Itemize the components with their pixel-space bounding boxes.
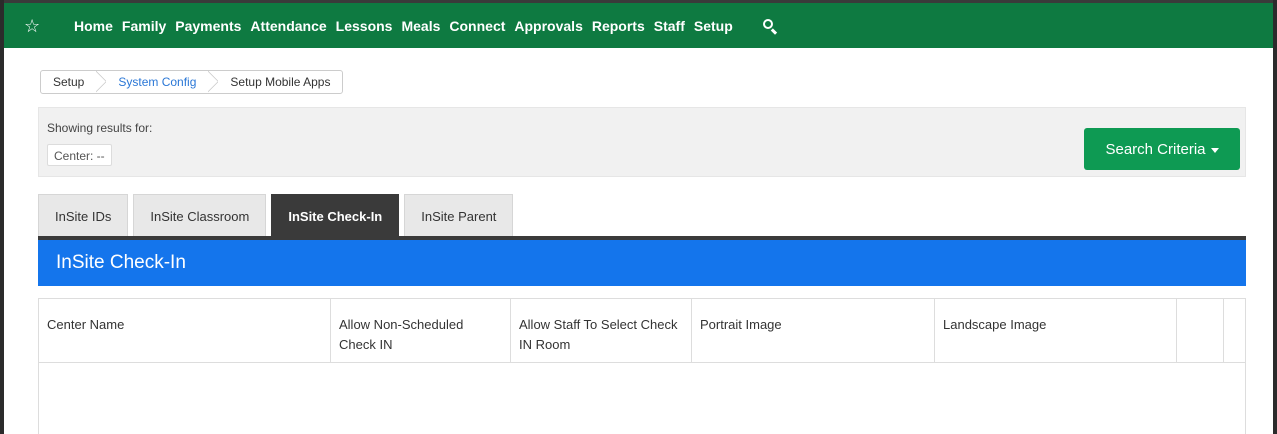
column-header-center-name[interactable]: Center Name [39, 299, 331, 362]
column-header-allow-staff-select-room[interactable]: Allow Staff To Select Check IN Room [511, 299, 692, 362]
tab-insite-classroom[interactable]: InSite Classroom [133, 194, 267, 236]
breadcrumb-item-system-config[interactable]: System Config [106, 71, 208, 93]
breadcrumb-separator [208, 71, 218, 93]
center-filter-chip: Center: -- [47, 144, 112, 166]
caret-down-icon [1210, 147, 1219, 153]
breadcrumb-item-setup[interactable]: Setup [41, 71, 96, 93]
search-criteria-button[interactable]: Search Criteria [1084, 128, 1240, 170]
nav-item-staff[interactable]: Staff [654, 18, 685, 34]
nav-item-setup[interactable]: Setup [694, 18, 733, 34]
star-icon[interactable]: ☆ [24, 17, 54, 35]
search-results-panel: Showing results for: Center: -- Search C… [38, 107, 1246, 177]
mobile-app-tabs: InSite IDs InSite Classroom InSite Check… [38, 194, 518, 236]
nav-item-home[interactable]: Home [74, 18, 113, 34]
tab-insite-check-in[interactable]: InSite Check-In [271, 194, 400, 236]
breadcrumb: Setup System Config Setup Mobile Apps [40, 70, 344, 94]
search-criteria-label: Search Criteria [1105, 140, 1206, 158]
search-icon[interactable] [762, 18, 778, 34]
check-in-table: Center Name Allow Non-Scheduled Check IN… [38, 298, 1246, 434]
column-header-landscape-image[interactable]: Landscape Image [935, 299, 1177, 362]
nav-item-family[interactable]: Family [122, 18, 166, 34]
column-header-allow-non-scheduled[interactable]: Allow Non-Scheduled Check IN [331, 299, 511, 362]
nav-item-reports[interactable]: Reports [592, 18, 645, 34]
nav-item-payments[interactable]: Payments [175, 18, 241, 34]
section-title: InSite Check-In [38, 240, 1246, 286]
nav-item-connect[interactable]: Connect [449, 18, 505, 34]
breadcrumb-separator [96, 71, 106, 93]
column-header-action-2 [1224, 299, 1245, 362]
window-frame-right [1273, 0, 1277, 434]
tab-insite-ids[interactable]: InSite IDs [38, 194, 129, 236]
nav-item-approvals[interactable]: Approvals [514, 18, 582, 34]
top-navbar: ☆ Home Family Payments Attendance Lesson… [4, 0, 1273, 48]
nav-item-attendance[interactable]: Attendance [250, 18, 326, 34]
table-header-row: Center Name Allow Non-Scheduled Check IN… [39, 299, 1245, 363]
nav-item-meals[interactable]: Meals [401, 18, 440, 34]
column-header-action-1 [1177, 299, 1224, 362]
column-header-portrait-image[interactable]: Portrait Image [692, 299, 935, 362]
nav-item-lessons[interactable]: Lessons [336, 18, 393, 34]
tab-insite-parent[interactable]: InSite Parent [404, 194, 514, 236]
showing-results-label: Showing results for: [47, 121, 153, 135]
window-frame-left [0, 0, 4, 434]
breadcrumb-item-setup-mobile-apps: Setup Mobile Apps [230, 75, 331, 89]
